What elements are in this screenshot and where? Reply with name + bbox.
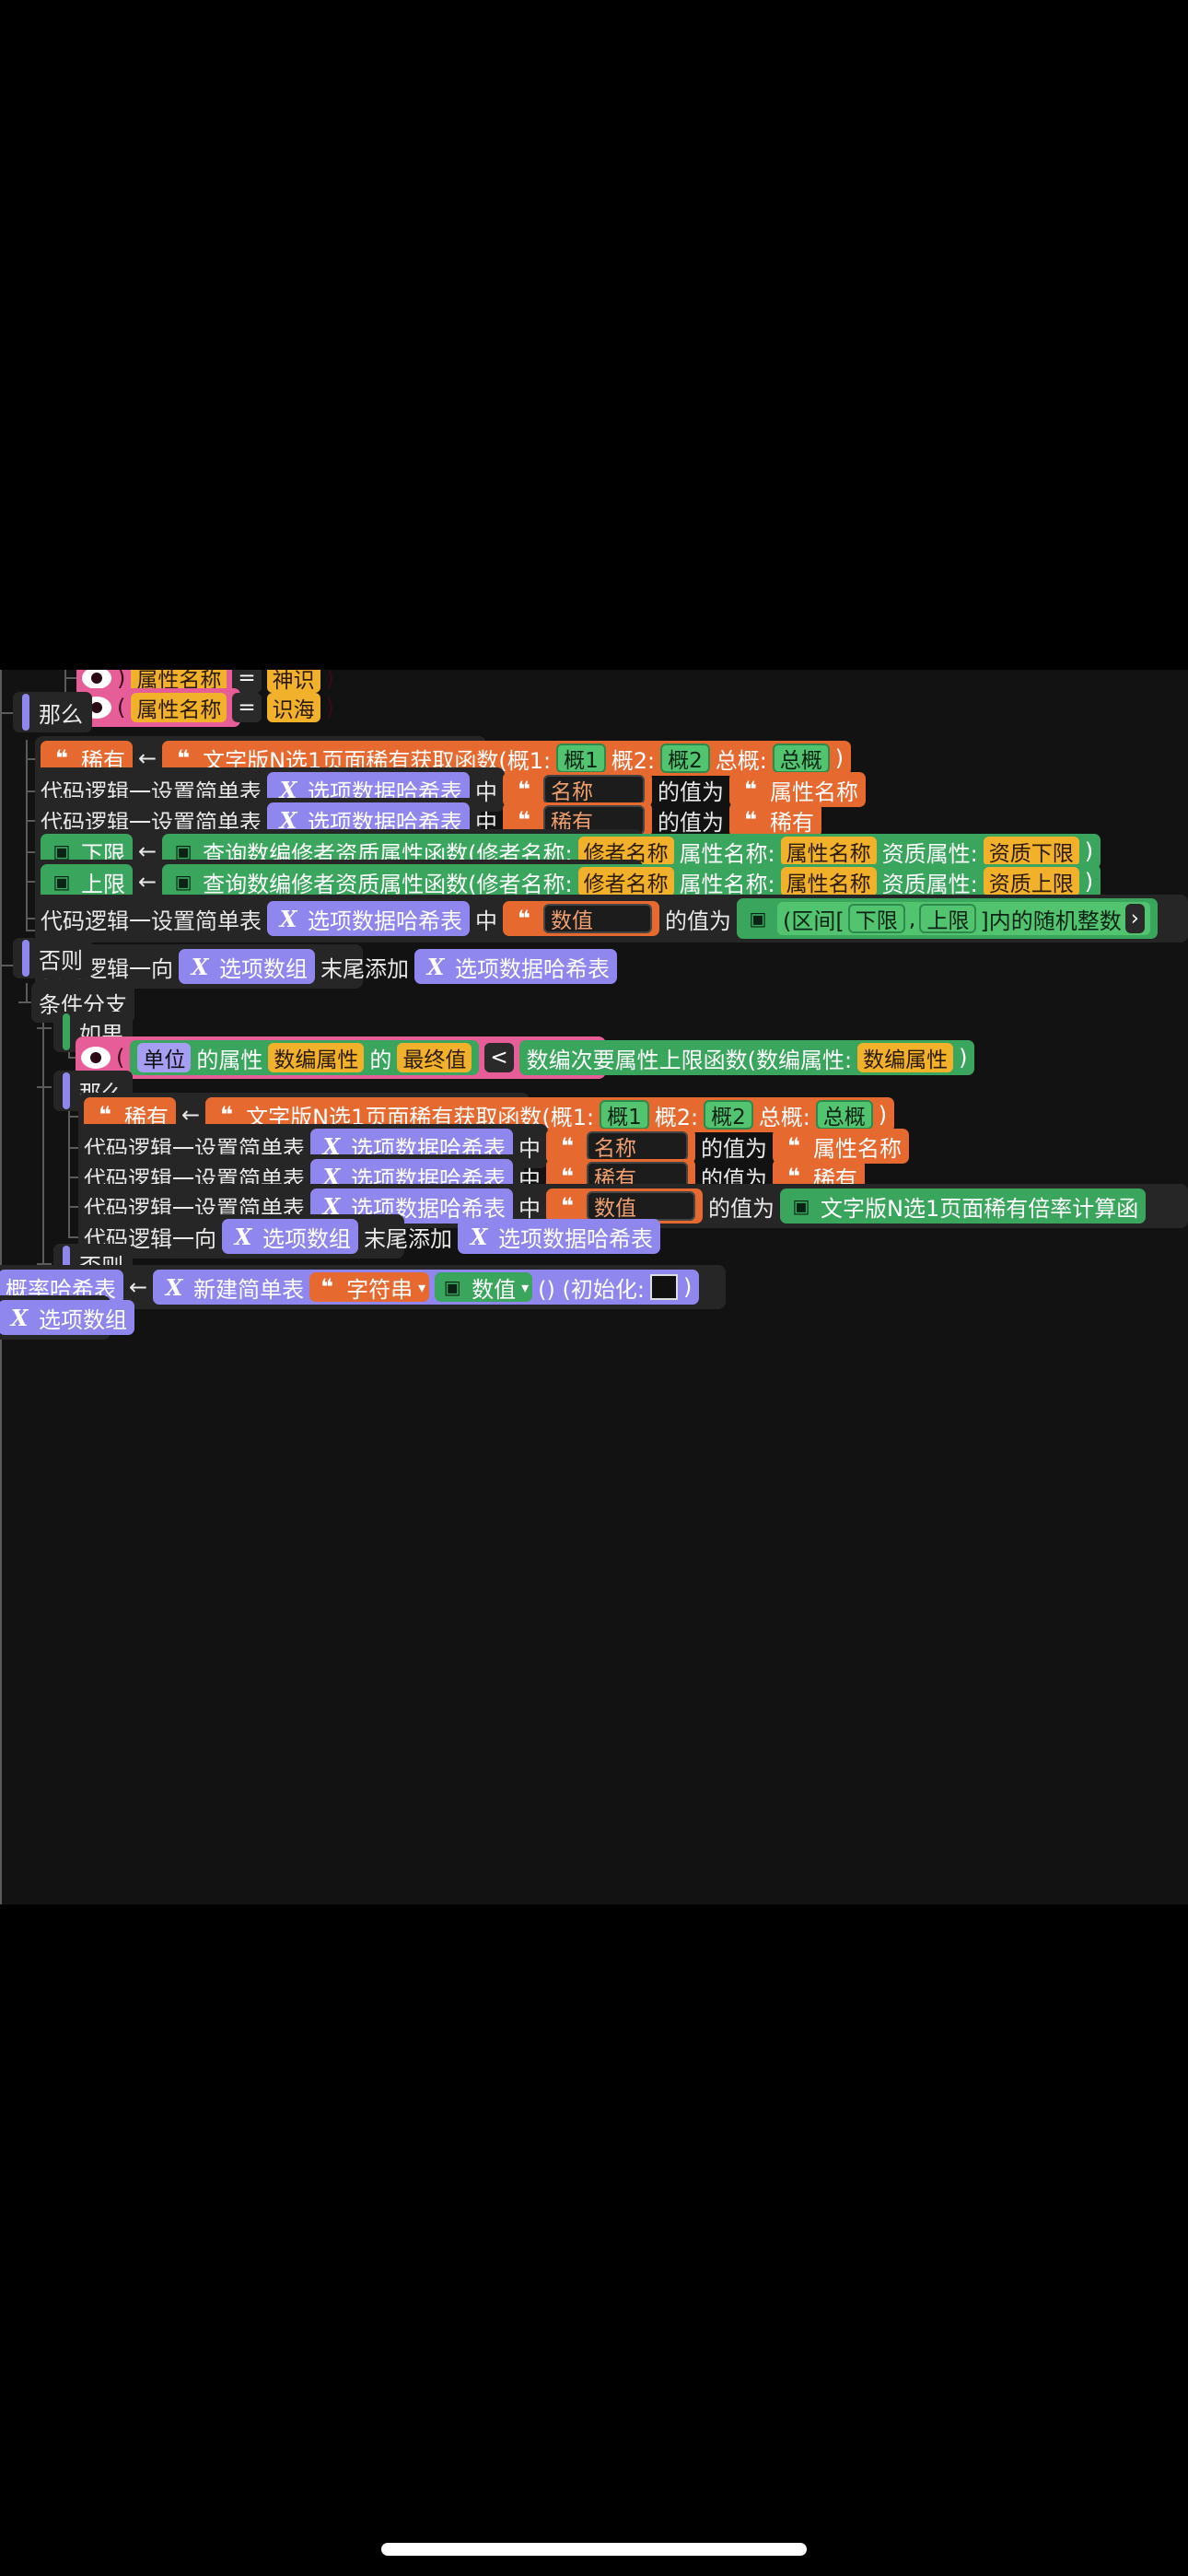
operator-dropdown[interactable]: = [232, 693, 262, 722]
film-icon: ▣ [174, 871, 192, 893]
quote-icon: ❝ [560, 1133, 575, 1159]
else-label-1[interactable]: 否则 [13, 938, 92, 978]
film-icon: ▣ [792, 1195, 810, 1217]
variable-x-icon: X [191, 953, 209, 980]
variable-x-icon: X [10, 1304, 29, 1331]
option-array-ref[interactable]: X 选项数组 [0, 1300, 134, 1335]
number-type[interactable]: ▣ 数值 ▾ [435, 1272, 533, 1303]
variable-x-icon: X [279, 905, 297, 932]
field-slot[interactable]: 属性名称 [131, 693, 227, 722]
film-icon: ▣ [749, 907, 767, 930]
eye-icon [81, 1047, 111, 1069]
quote-icon: ❝ [743, 777, 758, 802]
string-type[interactable]: ❝ 字符串 ▾ [309, 1272, 430, 1303]
condition-shihai[interactable]: ( 属性名称 = 识海 ) [76, 688, 334, 727]
option-array-ref[interactable]: X 选项数组 [222, 1219, 358, 1254]
option-hash-ref[interactable]: X 选项数据哈希表 [414, 949, 617, 984]
option-array-ref[interactable]: X 选项数组 [179, 949, 315, 984]
quote-icon: ❝ [320, 1274, 334, 1300]
quote-icon: ❝ [560, 1193, 575, 1219]
dropdown-icon[interactable]: ▾ [418, 1279, 425, 1296]
number-key[interactable]: ❝ 数值 [503, 901, 659, 936]
variable-x-icon: X [165, 1273, 183, 1301]
then-label-1[interactable]: 那么 [13, 692, 92, 732]
option-hash-ref[interactable]: X 选项数据哈希表 [267, 901, 470, 936]
variable-x-icon: X [234, 1223, 252, 1250]
eye-icon [82, 670, 111, 689]
dropdown-icon[interactable]: ▾ [521, 1279, 529, 1296]
quote-icon: ❝ [517, 906, 531, 931]
film-icon: ▣ [443, 1276, 461, 1298]
quote-icon: ❝ [786, 1133, 801, 1159]
value-slot[interactable]: 神识 [266, 670, 320, 693]
quote-icon: ❝ [517, 777, 531, 802]
set-number-row-1[interactable]: 代码逻辑一设置简单表 X 选项数据哈希表 中 ❝ 数值 的值为 ▣ (区间[下限, 上限… [35, 895, 1188, 943]
upper-fn-call[interactable]: 数编次要属性上限函数(数编属性: 数编属性) [518, 1040, 975, 1075]
variable-x-icon: X [470, 1223, 488, 1250]
unit-attr-block[interactable]: 单位 的属性 数编属性的最终值 [130, 1040, 480, 1075]
random-range-block[interactable]: ▣ (区间[下限, 上限]内的随机整数 › [737, 898, 1158, 939]
condition-final-value[interactable]: ( 单位 的属性 数编属性的最终值 < 数编次要属性上限函数(数编属性: 数编属性) [76, 1036, 975, 1079]
rare-value[interactable]: ❝ 稀有 [729, 802, 821, 837]
ratio-fn-call[interactable]: ▣ 文字版N选1页面稀有倍率计算函 [780, 1188, 1147, 1224]
home-indicator[interactable] [381, 2543, 807, 2556]
option-array-row[interactable]: X 选项数组 [0, 1295, 134, 1340]
option-hash-ref[interactable]: X 选项数据哈希表 [458, 1219, 660, 1254]
value-slot[interactable]: 识海 [266, 693, 320, 722]
film-icon: ▣ [52, 871, 71, 893]
color-swatch[interactable] [649, 1274, 678, 1300]
more-dropdown[interactable]: › [1124, 904, 1145, 933]
code-canvas: ) 属性名称 = 神识 ) ( 属性名称 = 识海 ) 那么 ❝ 稀有 ← ❝ 文字… [0, 670, 1188, 1904]
quote-icon: ❝ [743, 807, 758, 833]
new-table-block[interactable]: X 新建简单表 ❝ 字符串 ▾ ▣ 数值 ▾() (初始化:) [153, 1270, 700, 1305]
operator-dropdown[interactable]: < [484, 1043, 514, 1072]
variable-x-icon: X [426, 953, 445, 980]
